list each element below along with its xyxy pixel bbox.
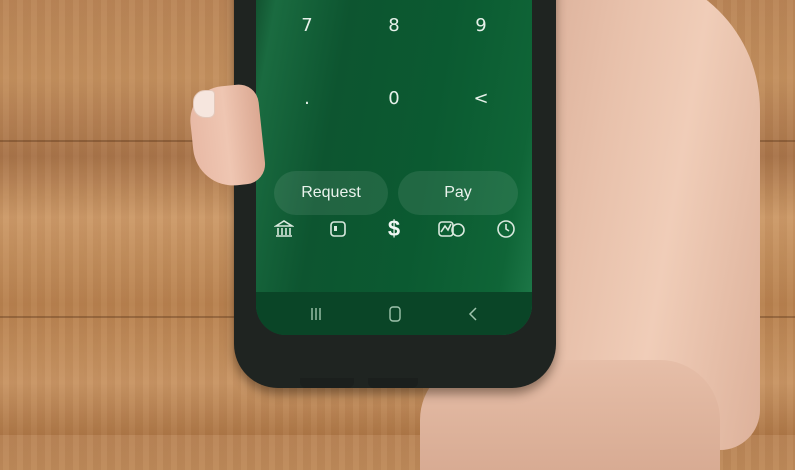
key-0[interactable]: 0 [374, 88, 414, 109]
key-decimal[interactable]: . [287, 88, 327, 109]
clock-icon[interactable] [494, 217, 518, 241]
home-icon[interactable] [383, 305, 407, 323]
key-8[interactable]: 8 [374, 15, 414, 36]
key-7[interactable]: 7 [287, 15, 327, 36]
recents-icon[interactable] [304, 305, 328, 323]
thumbnail [193, 90, 215, 118]
request-button[interactable]: Request [274, 171, 388, 215]
key-9[interactable]: 9 [461, 15, 501, 36]
dollar-icon[interactable]: $ [382, 216, 406, 241]
pay-button[interactable]: Pay [398, 171, 518, 215]
phone-case-button [368, 378, 418, 388]
pay-button-label: Pay [444, 184, 472, 201]
phone-case-button [300, 378, 354, 388]
activity-icon[interactable] [436, 217, 466, 241]
card-icon[interactable] [326, 217, 350, 241]
key-backspace[interactable]: < [461, 88, 501, 109]
back-icon[interactable] [461, 305, 485, 323]
request-button-label: Request [301, 184, 361, 201]
phone-screen: 7 8 9 . 0 < Request Pay $ [256, 0, 532, 335]
bank-icon[interactable] [272, 217, 296, 241]
